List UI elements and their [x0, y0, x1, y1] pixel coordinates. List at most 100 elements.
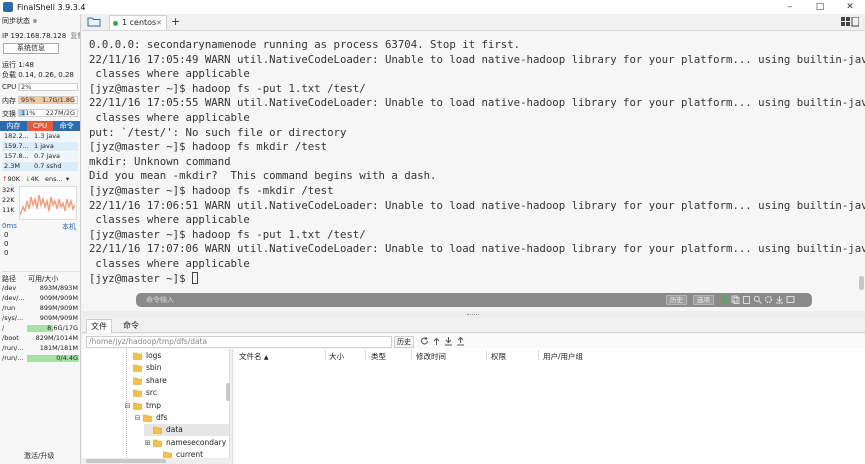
download-file-icon[interactable]	[444, 336, 453, 346]
expand-toggle-icon[interactable]: ⊟	[124, 400, 131, 412]
maximize-button[interactable]: □	[805, 0, 835, 14]
copy-icon[interactable]	[731, 295, 740, 304]
tree-node[interactable]: sbin	[124, 362, 229, 374]
file-list[interactable]: 文件名 ▲ 大小 类型 修改时间 权限 用户/用户组	[233, 349, 865, 464]
microphone-icon[interactable]	[720, 295, 729, 304]
column-separator[interactable]	[411, 350, 412, 360]
cpu-value: 2%	[21, 83, 32, 91]
window-title: FinalShell 3.9.3.4	[17, 2, 86, 12]
terminal-output: 0.0.0.0: secondarynamenode running as pr…	[89, 38, 865, 286]
terminal-line: 22/11/16 17:05:55 WARN util.NativeCodeLo…	[89, 96, 865, 110]
col-size[interactable]: 大小	[329, 351, 344, 362]
download-speed: 4K	[30, 175, 39, 183]
process-row[interactable]: 2.3M 0.7 sshd	[2, 162, 78, 171]
tree-horizontal-scrollbar[interactable]	[82, 458, 230, 464]
command-options-button[interactable]: 选项	[693, 295, 714, 305]
gear-icon[interactable]	[764, 295, 773, 304]
tree-node[interactable]: ⊟ dfs	[134, 412, 229, 424]
refresh-icon[interactable]	[420, 336, 429, 346]
proc-cmd: java	[46, 152, 61, 160]
tree-node[interactable]: ⊞ namesecondary	[144, 437, 229, 449]
disk-size-header: 可用/大小	[28, 275, 59, 283]
tab-files[interactable]: 文件	[86, 319, 112, 333]
disk-usage: 909M/909M	[27, 314, 79, 323]
disk-path: /run	[2, 304, 16, 312]
col-permissions[interactable]: 权限	[491, 351, 506, 362]
tree-node[interactable]: src	[124, 387, 229, 399]
network-graph	[19, 186, 77, 220]
proc-cpu: 1.3	[34, 132, 45, 140]
terminal-scrollbar-thumb[interactable]	[859, 276, 864, 290]
folder-icon[interactable]	[87, 16, 101, 27]
path-history-button[interactable]: 历史	[394, 336, 414, 348]
col-filename[interactable]: 文件名 ▲	[239, 351, 269, 362]
window-icon[interactable]	[786, 295, 795, 304]
tab-session-centos[interactable]: 1 centos ✕	[109, 15, 167, 30]
proc-tab-cpu[interactable]: CPU	[26, 121, 54, 131]
terminal-scrollbar[interactable]	[859, 31, 864, 311]
terminal-line: Did you mean -mkdir? This command begins…	[89, 169, 437, 183]
search-icon[interactable]	[753, 295, 762, 304]
expand-toggle-icon[interactable]: ⊞	[144, 437, 151, 449]
process-row[interactable]: 157.8... 0.7 java	[2, 152, 78, 161]
layout-grid-icon[interactable]	[841, 17, 859, 27]
folder-icon	[143, 414, 152, 422]
disk-usage-value: 893M/893M	[39, 284, 78, 292]
expand-toggle-icon[interactable]: ⊟	[134, 412, 141, 424]
proc-tab-cmd[interactable]: 命令	[53, 121, 80, 131]
column-separator[interactable]	[538, 350, 539, 360]
swap-value: 227M/2G	[45, 109, 75, 117]
drag-grip-icon[interactable]	[467, 314, 479, 315]
chevron-down-icon[interactable]: ▾	[66, 175, 69, 183]
proc-tab-mem[interactable]: 内存	[0, 121, 27, 131]
terminal-line: mkdir: Unknown command	[89, 154, 231, 168]
column-separator[interactable]	[486, 350, 487, 360]
add-tab-button[interactable]: +	[171, 15, 180, 28]
process-row[interactable]: 182.2... 1.3 java	[2, 132, 78, 141]
command-input-bar[interactable]: 命令输入 历史 选项	[136, 293, 812, 307]
tree-scrollbar-thumb[interactable]	[226, 383, 230, 401]
command-input[interactable]: 命令输入	[146, 295, 174, 305]
folder-icon	[133, 402, 142, 410]
close-tab-icon[interactable]: ✕	[156, 16, 162, 30]
copy-ip-link[interactable]: 复制	[70, 32, 80, 40]
minimize-button[interactable]: –	[775, 0, 805, 14]
monitor-panel: 同步状态 IP 192.168.78.128 复制 系统信息 运行 1:48 负…	[0, 14, 81, 464]
activate-upgrade-link[interactable]: 激活/升级	[24, 451, 54, 461]
graph-label: 22K	[2, 196, 15, 204]
column-separator[interactable]	[325, 350, 326, 360]
window-controls: – □ ✕	[775, 0, 865, 14]
terminal[interactable]: 0.0.0.0: secondarynamenode running as pr…	[82, 31, 865, 311]
terminal-prompt-line: [jyz@master ~]$	[89, 271, 865, 287]
tree-horizontal-scrollbar-thumb[interactable]	[86, 459, 166, 463]
network-interface-select[interactable]: ens...	[45, 175, 63, 183]
tab-commands[interactable]: 命令	[118, 319, 144, 333]
directory-tree[interactable]: logs sbin share src ⊟ tmp ⊟ dfs data ⊞ nameseconda…	[82, 349, 230, 464]
process-row[interactable]: 159.7... 1 java	[2, 142, 78, 151]
disk-usage: 909M/909M	[27, 294, 79, 303]
disk-usage: 829M/1014M	[27, 334, 79, 343]
split-divider[interactable]	[82, 311, 865, 318]
close-button[interactable]: ✕	[835, 0, 865, 14]
mem-value: 1.7G/1.8G	[42, 96, 75, 104]
download-icon[interactable]	[775, 295, 784, 304]
col-modified[interactable]: 修改时间	[416, 351, 446, 362]
tree-node[interactable]: share	[124, 375, 229, 387]
mem-percent: 95%	[21, 96, 36, 104]
proc-mem: 157.8...	[4, 152, 29, 160]
col-owner[interactable]: 用户/用户组	[543, 351, 583, 362]
tree-node[interactable]: ⊟ tmp	[124, 400, 229, 412]
upload-file-icon[interactable]	[456, 336, 465, 346]
tree-node[interactable]: data	[144, 424, 229, 437]
disk-path: /dev/...	[2, 294, 25, 302]
system-info-button[interactable]: 系统信息	[3, 43, 59, 54]
paste-icon[interactable]	[742, 295, 751, 304]
col-type[interactable]: 类型	[371, 351, 386, 362]
tree-node[interactable]: logs	[124, 350, 229, 362]
network-speed: ↑90K ↓4K ens... ▾	[2, 175, 69, 183]
disk-path: /dev	[2, 284, 17, 292]
path-input[interactable]: /home/jyz/hadoop/tmp/dfs/data	[86, 336, 392, 348]
column-separator[interactable]	[365, 350, 366, 360]
command-history-button[interactable]: 历史	[666, 295, 687, 305]
up-directory-icon[interactable]	[432, 336, 441, 346]
